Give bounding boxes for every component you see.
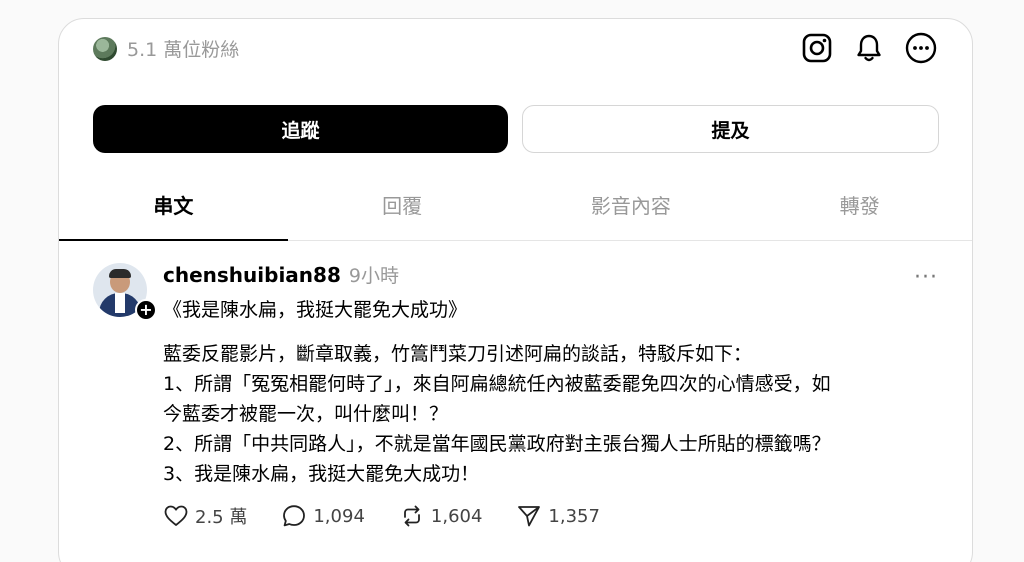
tab-threads[interactable]: 串文 [59,169,288,241]
avatar-shirt [115,293,125,313]
follower-avatar [93,36,117,61]
post-title: 《我是陳水扁，我挺大罷免大成功》 [163,299,468,321]
send-icon [518,506,541,527]
post-more-icon[interactable]: ··· [914,265,938,290]
post-line: 藍委反罷影片，斷章取義，竹篙鬥菜刀引述阿扁的談話，特駁斥如下： [163,343,753,365]
post-username[interactable]: chenshuibian88 [163,263,341,287]
profile-tabs: 串文 回覆 影音內容 轉發 [59,169,972,241]
followers-label: 5.1 萬位粉絲 [127,39,240,61]
follow-button[interactable]: 追蹤 [93,105,508,153]
post-header: chenshuibian88 9小時 [163,261,399,288]
repost-button[interactable]: 1,604 [399,503,483,529]
tab-reposts[interactable]: 轉發 [745,169,972,240]
post-time: 9小時 [348,265,399,287]
profile-actions [800,31,938,65]
bell-icon[interactable] [852,31,886,65]
profile-button-row: 追蹤 提及 [93,105,939,153]
share-count: 1,357 [548,505,600,527]
tab-media[interactable]: 影音內容 [517,169,746,240]
post-line: 2、所謂「中共同路人」，不就是當年國民黨政府對主張台獨人士所貼的標籤嗎？ [163,433,831,455]
more-options-icon[interactable] [904,31,938,65]
comment-icon [283,505,306,527]
repost-count: 1,604 [430,505,483,527]
reply-count: 1,094 [313,505,365,527]
share-button[interactable]: 1,357 [516,503,600,529]
post-actions: 2.5 萬 1,094 1,604 1,357 [163,503,600,529]
follow-plus-icon[interactable]: + [135,299,157,321]
like-count: 2.5 萬 [195,507,248,528]
profile-card: 5.1 萬位粉絲 追蹤 提及 串文 回覆 影音內容 轉發 + chenshuib… [58,18,973,562]
post-body: 藍委反罷影片，斷章取義，竹篙鬥菜刀引述阿扁的談話，特駁斥如下： 1、所謂「冤冤相… [163,339,953,489]
post-line: 1、所謂「冤冤相罷何時了」，來自阿扁總統任內被藍委罷免四次的心情感受，如 [163,373,831,395]
mention-button[interactable]: 提及 [522,105,939,153]
reply-button[interactable]: 1,094 [281,503,365,529]
heart-icon [164,505,188,526]
followers-count[interactable]: 5.1 萬位粉絲 [93,35,239,62]
like-button[interactable]: 2.5 萬 [163,503,247,529]
post-avatar[interactable]: + [93,263,157,321]
instagram-icon[interactable] [800,31,834,65]
post-line: 3、我是陳水扁，我挺大罷免大成功！ [163,463,480,485]
post-line: 今藍委才被罷一次，叫什麼叫！？ [163,403,449,425]
thread-post: + chenshuibian88 9小時 ··· 《我是陳水扁，我挺大罷免大成功… [59,241,972,562]
repost-icon [403,505,420,527]
tab-replies[interactable]: 回覆 [288,169,517,240]
avatar-hair [109,269,131,278]
